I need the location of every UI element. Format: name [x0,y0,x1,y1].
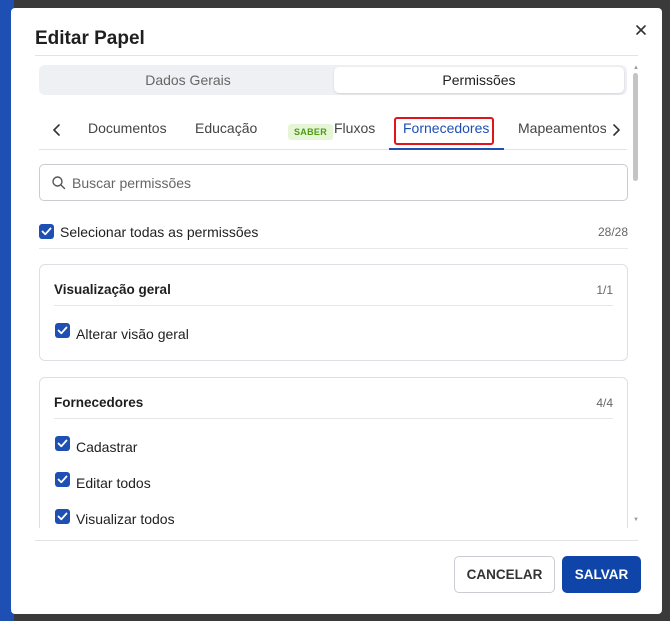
search-input[interactable] [72,171,612,195]
active-tab-underline [389,148,504,150]
chevron-left-icon [53,124,60,136]
tab-mapeamentos[interactable]: Mapeamentos [518,120,606,136]
permission-checkbox[interactable] [55,509,70,524]
permission-label: Cadastrar [76,439,138,455]
permission-label: Editar todos [76,475,151,491]
tab-educacao[interactable]: Educação [195,120,257,136]
tab-fornecedores[interactable]: Fornecedores [403,120,489,136]
group-title: Fornecedores [54,395,144,410]
scroll-down-arrow-icon[interactable]: ▼ [633,517,639,523]
search-icon [52,176,66,190]
select-all-divider [39,248,628,249]
tabs-scroll-right-button[interactable] [608,120,624,140]
save-button[interactable]: SALVAR [562,556,641,593]
check-icon [57,512,68,521]
permission-checkbox[interactable] [55,436,70,451]
tabs-divider [39,149,627,150]
select-all-count: 28/28 [597,225,628,239]
group-count: 1/1 [596,283,613,297]
permission-group-card: Fornecedores 4/4 Cadastrar Editar todos [39,377,628,528]
dialog-scroll-area[interactable]: Dados Gerais Permissões Documentos Educa… [11,8,662,528]
check-icon [41,227,52,236]
scrollbar[interactable]: ▲ ▼ [631,65,640,525]
permission-label: Alterar visão geral [76,326,189,342]
permission-category-tabs: Documentos Educação SABER Fluxos Fornece… [35,112,627,152]
tab-fluxos[interactable]: Fluxos [334,120,375,136]
saber-badge: SABER [288,124,334,140]
group-divider [54,418,613,419]
group-title: Visualização geral [54,282,171,297]
permission-group-card: Visualização geral 1/1 Alterar visão ger… [39,264,628,361]
footer-divider [35,540,638,541]
section-switcher: Dados Gerais Permissões [39,65,627,95]
scroll-up-arrow-icon[interactable]: ▲ [633,65,639,71]
check-icon [57,475,68,484]
permission-checkbox[interactable] [55,472,70,487]
edit-role-dialog: Editar Papel Dados Gerais Permissões Doc… [11,8,662,614]
group-divider [54,305,613,306]
segment-general-data[interactable]: Dados Gerais [41,67,335,93]
select-all-checkbox[interactable] [39,224,54,239]
search-permissions [39,164,628,201]
segment-permissions[interactable]: Permissões [334,67,624,93]
tab-documentos[interactable]: Documentos [88,120,167,136]
permission-label: Visualizar todos [76,511,175,527]
check-icon [57,326,68,335]
cancel-button[interactable]: CANCELAR [454,556,555,593]
check-icon [57,439,68,448]
permission-checkbox[interactable] [55,323,70,338]
scrollbar-thumb[interactable] [633,73,638,181]
select-all-label: Selecionar todas as permissões [60,224,259,240]
group-count: 4/4 [596,396,613,410]
chevron-right-icon [613,124,620,136]
tabs-scroll-left-button[interactable] [49,120,65,140]
